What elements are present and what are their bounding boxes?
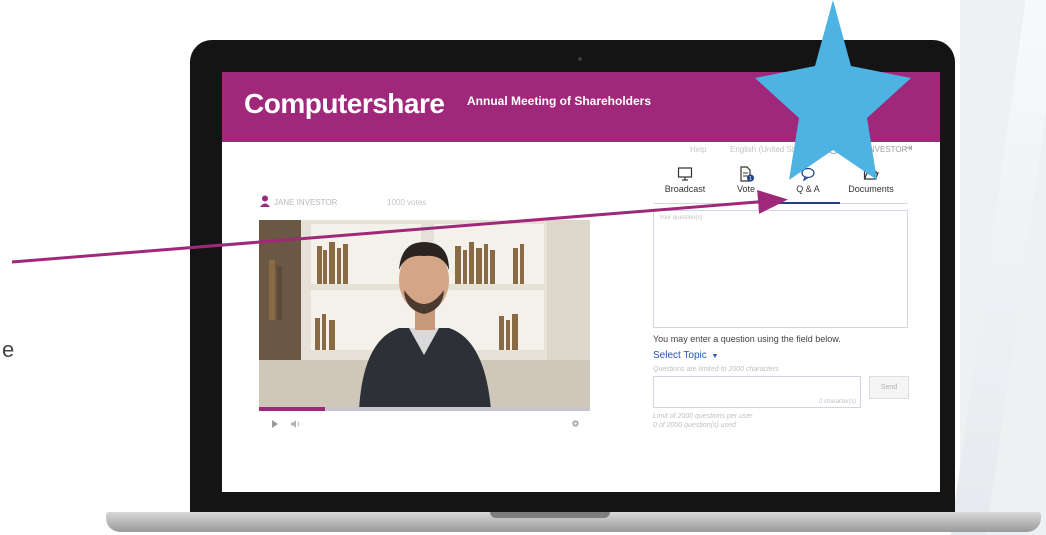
tab-vote[interactable]: 1 Vote — [715, 166, 777, 202]
video-controls — [259, 415, 590, 433]
select-topic-label: Select Topic — [653, 350, 707, 361]
monitor-icon — [677, 167, 693, 181]
person-icon — [260, 195, 270, 207]
vote-badge: 1 — [749, 176, 752, 182]
qa-instructions: You may enter a question using the field… — [653, 334, 841, 344]
presenter-votes: 1000 votes — [387, 198, 427, 207]
chat-bubble-icon — [801, 167, 815, 182]
send-button[interactable]: Send — [869, 376, 909, 399]
brand-logo[interactable]: Computershare — [244, 88, 445, 120]
question-limit-note: Limit of 2000 questions per user — [653, 413, 753, 420]
laptop-screen: Computershare Annual Meeting of Sharehol… — [222, 72, 940, 492]
question-input[interactable]: 0 character(s) — [653, 376, 861, 408]
presenter-name: JANE INVESTOR — [274, 198, 338, 207]
questions-used-note: 0 of 2000 question(s) used — [653, 422, 736, 429]
tab-documents-label: Documents — [848, 184, 894, 194]
caret-down-icon: ▼ — [711, 353, 719, 360]
help-link[interactable]: Help — [690, 145, 706, 154]
tab-documents[interactable]: Documents — [840, 166, 902, 202]
tab-broadcast-label: Broadcast — [664, 184, 706, 194]
side-text: e — [2, 337, 15, 362]
settings-gear-icon[interactable] — [571, 419, 580, 428]
tab-qa-label: Q & A — [796, 184, 820, 194]
folder-icon — [863, 169, 879, 180]
active-tab-indicator — [777, 202, 840, 204]
utility-bar: Help English (United States) JANE INVEST… — [222, 142, 940, 160]
questions-list-label: Your question(s) — [659, 215, 703, 221]
character-counter: 0 character(s) — [818, 399, 856, 405]
language-select[interactable]: English (United States) — [730, 145, 812, 154]
document-icon: 1 — [740, 166, 754, 182]
tab-vote-label: Vote — [736, 184, 756, 194]
tab-qa[interactable]: Q & A — [777, 166, 839, 202]
volume-icon[interactable] — [291, 420, 301, 428]
meeting-title: Annual Meeting of Shareholders — [467, 94, 652, 108]
webcam — [578, 57, 582, 61]
questions-list: Your question(s) — [653, 210, 908, 328]
video-frame — [259, 220, 590, 410]
laptop-notch — [490, 512, 610, 518]
tab-bar: Broadcast 1 Vote Q & A Documents — [654, 166, 904, 202]
play-icon[interactable] — [271, 420, 279, 428]
user-name[interactable]: JANE INVESTOR — [844, 145, 907, 154]
character-limit-note: Questions are limited to 2000 characters — [653, 366, 779, 373]
user-icon — [828, 143, 839, 154]
video-player[interactable] — [259, 220, 590, 410]
video-progress-fill — [259, 407, 325, 411]
app-header: Computershare Annual Meeting of Sharehol… — [222, 72, 940, 142]
logout-icon[interactable]: ⇥ — [904, 143, 912, 154]
select-topic-dropdown[interactable]: Select Topic ▼ — [653, 350, 718, 361]
tab-broadcast[interactable]: Broadcast — [654, 166, 716, 202]
